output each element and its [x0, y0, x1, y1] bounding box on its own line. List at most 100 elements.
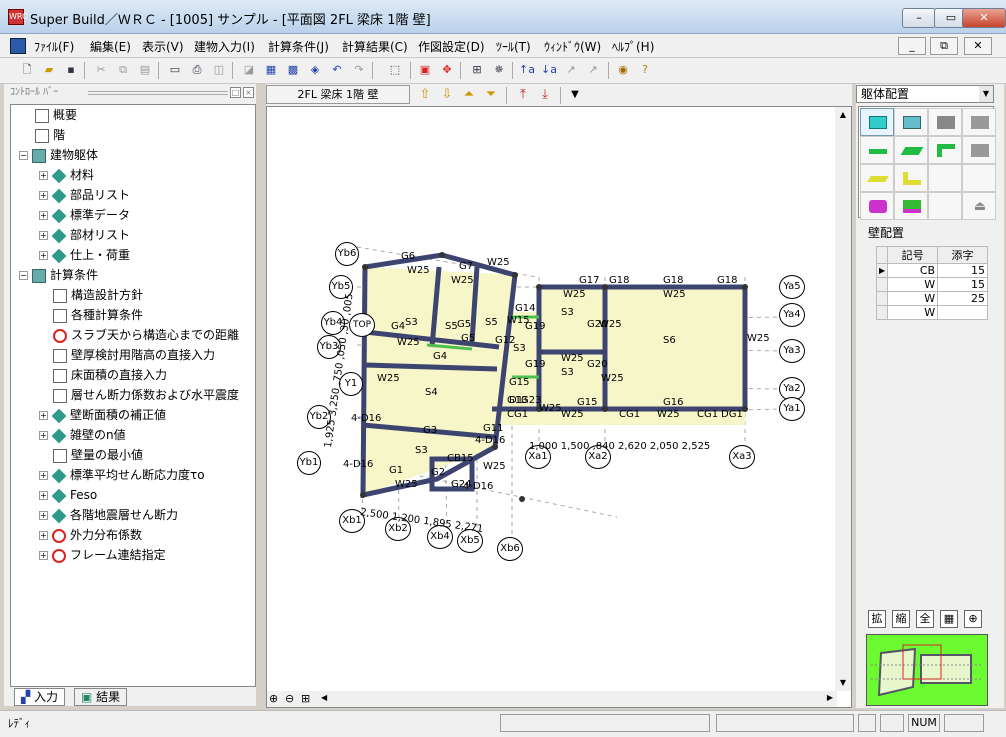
tree-item-wall-height[interactable]: 壁厚検討用階高の直接入力 — [53, 345, 215, 365]
zoom-in-icon[interactable]: ⊕ — [269, 692, 278, 705]
arrow-down-icon[interactable]: ⇩ — [438, 86, 456, 104]
palette-slab-opening[interactable] — [894, 108, 928, 136]
scroll-left-icon[interactable]: ◀ — [321, 693, 327, 702]
double-up-icon[interactable]: ⏶ — [460, 86, 478, 104]
save-icon[interactable]: ▪ — [62, 61, 80, 79]
menu-window[interactable]: ｳｨﾝﾄﾞｳ(W) — [544, 38, 601, 55]
tree-item-overview[interactable]: 概要 — [35, 105, 77, 125]
scroll-down-icon[interactable]: ▼ — [835, 675, 851, 691]
new-file-icon[interactable]: 🗋 — [18, 61, 36, 79]
text-down-icon[interactable]: ↓a — [540, 61, 558, 79]
palette-beam[interactable] — [860, 164, 894, 192]
palette-stair[interactable] — [962, 136, 996, 164]
grid-plan-icon[interactable]: ▦ — [262, 61, 280, 79]
view-title[interactable]: 2FL 梁床 1階 壁 — [266, 85, 410, 104]
menu-edit[interactable]: 編集(E) — [90, 38, 131, 55]
preview-icon[interactable]: ◫ — [210, 61, 228, 79]
text-rotate-icon[interactable]: ↗ — [562, 61, 580, 79]
shrink-button[interactable]: 縮 — [892, 610, 910, 628]
settings-icon[interactable]: ◉ — [614, 61, 632, 79]
floor-plan[interactable] — [267, 107, 837, 691]
print-preview-icon[interactable]: ▭ — [166, 61, 184, 79]
palette-slab[interactable] — [860, 108, 894, 136]
arrow-up-icon[interactable]: ⇧ — [416, 86, 434, 104]
cell-suffix[interactable]: 25 — [937, 291, 988, 306]
panel-float-button[interactable]: □ — [230, 87, 241, 98]
cell-suffix[interactable] — [937, 305, 988, 320]
tree-item-materials[interactable]: + 材料 — [39, 165, 94, 185]
frame-icon[interactable]: ▩ — [284, 61, 302, 79]
tree-item-member-list[interactable]: + 部材リスト — [39, 225, 130, 245]
table-row[interactable]: W 25 — [875, 291, 988, 306]
horizontal-scrollbar[interactable]: ⊕ ⊖ ⊞ ◀ ▶ — [267, 691, 837, 707]
tree-item-seismic-shear[interactable]: + 各階地震層せん断力 — [39, 505, 178, 525]
expand-icon[interactable]: + — [39, 211, 48, 220]
expand-icon[interactable]: + — [39, 531, 48, 540]
tree-item-force-distribution[interactable]: + 外力分布係数 — [39, 525, 142, 545]
cell-code[interactable]: W — [887, 277, 939, 292]
tree-item-design-policy[interactable]: 構造設計方針 — [53, 285, 143, 305]
zoom-fit-icon[interactable]: ⊞ — [301, 692, 310, 705]
expand-icon[interactable]: + — [39, 191, 48, 200]
chevron-down-icon[interactable]: ▼ — [979, 86, 993, 102]
tree-view[interactable]: 概要 階 − 建物躯体 + 材料 + 部品リスト + 標準データ + 部材リスト + 仕上・… — [10, 104, 256, 687]
expand-icon[interactable]: + — [39, 511, 48, 520]
cell-suffix[interactable]: 15 — [937, 277, 988, 292]
placement-combo[interactable]: 躯体配置 ▼ — [856, 85, 994, 103]
mdi-minimize-button[interactable]: _ — [898, 37, 926, 55]
3d-view-icon[interactable]: ◈ — [306, 61, 324, 79]
tab-input[interactable]: ▞ 入力 — [14, 688, 66, 706]
top-floor-icon[interactable]: ⤒ — [514, 86, 532, 104]
menu-building-input[interactable]: 建物入力(I) — [194, 38, 255, 55]
open-folder-icon[interactable]: ▰ — [40, 61, 58, 79]
scroll-right-icon[interactable]: ▶ — [827, 693, 833, 702]
expand-icon[interactable]: + — [39, 551, 48, 560]
print-icon[interactable]: ⎙ — [188, 61, 206, 79]
expand-icon[interactable]: + — [39, 251, 48, 260]
cell-code[interactable]: CB — [887, 263, 939, 278]
tree-item-calc-conditions[interactable]: − 計算条件 — [19, 265, 98, 285]
tree-item-shear-stress[interactable]: + 標準平均せん断応力度τo — [39, 465, 205, 485]
expand-icon[interactable]: + — [39, 471, 48, 480]
cell-code[interactable]: W — [887, 291, 939, 306]
palette-column[interactable] — [860, 192, 894, 220]
cut-icon[interactable]: ✂ — [92, 61, 110, 79]
scroll-up-icon[interactable]: ▲ — [835, 107, 851, 123]
panel-grip[interactable] — [88, 91, 228, 95]
menu-help[interactable]: ﾍﾙﾌﾟ(H) — [612, 38, 654, 55]
select-area-icon[interactable]: ⬚ — [386, 61, 404, 79]
tree-item-structure[interactable]: − 建物躯体 — [19, 145, 98, 165]
vertical-scrollbar[interactable]: ▲ ▼ — [835, 107, 851, 691]
bottom-floor-icon[interactable]: ⤓ — [536, 86, 554, 104]
expand-icon[interactable]: + — [39, 431, 48, 440]
drawing-canvas[interactable]: Yb6 Yb5 Yb4 TOP Yb3 Y1 Yb2 Yb1 Ya5 Ya4 Y… — [266, 106, 852, 708]
help-icon[interactable]: ? — [636, 61, 654, 79]
menu-calc-conditions[interactable]: 計算条件(J) — [268, 38, 329, 55]
palette-panel[interactable] — [962, 108, 996, 136]
zoom-window-icon[interactable]: ▣ — [416, 61, 434, 79]
minimize-button[interactable]: – — [902, 8, 936, 28]
fit-all-button[interactable]: 全 — [916, 610, 934, 628]
paste-icon[interactable]: ▤ — [136, 61, 154, 79]
palette-beam-l[interactable] — [894, 164, 928, 192]
tree-item-floor-area[interactable]: 床面積の直接入力 — [53, 365, 167, 385]
menu-drawing-settings[interactable]: 作図設定(D) — [418, 38, 485, 55]
palette-block[interactable] — [928, 108, 962, 136]
dropdown-icon[interactable]: ▼ — [566, 86, 584, 104]
wall-code-table[interactable]: 記号 添字 ▶ CB 15 W 15 W 25 W — [875, 246, 988, 320]
undo-icon[interactable]: ↶ — [328, 61, 346, 79]
double-down-icon[interactable]: ⏷ — [482, 86, 500, 104]
tree-item-min-wall[interactable]: 壁量の最小値 — [53, 445, 143, 465]
table-row[interactable]: W — [875, 305, 988, 320]
table-row[interactable]: ▶ CB 15 — [875, 263, 988, 278]
tree-item-finish-load[interactable]: + 仕上・荷重 — [39, 245, 130, 265]
zoom-out-icon[interactable]: ⊖ — [285, 692, 294, 705]
mdi-close-button[interactable]: ✕ — [964, 37, 992, 55]
minimap[interactable] — [866, 634, 988, 706]
tree-item-feso[interactable]: + Feso — [39, 485, 97, 505]
menu-tools[interactable]: ﾂｰﾙ(T) — [496, 38, 531, 55]
move-icon[interactable]: ✥ — [438, 61, 456, 79]
expand-button[interactable]: 拡 — [868, 610, 886, 628]
cell-code[interactable]: W — [887, 305, 939, 320]
snap-intersect-icon[interactable]: ✵ — [490, 61, 508, 79]
